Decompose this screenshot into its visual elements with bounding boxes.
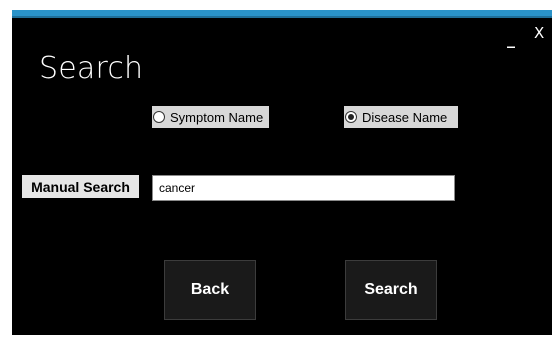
search-button[interactable]: Search xyxy=(345,260,437,320)
disease-name-label: Disease Name xyxy=(362,109,448,125)
back-button[interactable]: Back xyxy=(164,260,256,320)
search-input[interactable] xyxy=(152,175,455,201)
page-title: Search xyxy=(39,51,144,86)
search-window: _ X Search Symptom Name Disease Name Man… xyxy=(12,10,552,335)
radio-unchecked-icon xyxy=(153,111,165,123)
disease-name-radio[interactable]: Disease Name xyxy=(344,106,458,128)
symptom-name-label: Symptom Name xyxy=(170,109,264,125)
symptom-name-radio[interactable]: Symptom Name xyxy=(152,106,269,128)
minimize-button[interactable]: _ xyxy=(507,31,515,47)
window-accent-bar xyxy=(12,10,552,18)
radio-checked-icon xyxy=(345,111,357,123)
manual-search-label: Manual Search xyxy=(22,175,139,198)
close-button[interactable]: X xyxy=(534,24,544,42)
